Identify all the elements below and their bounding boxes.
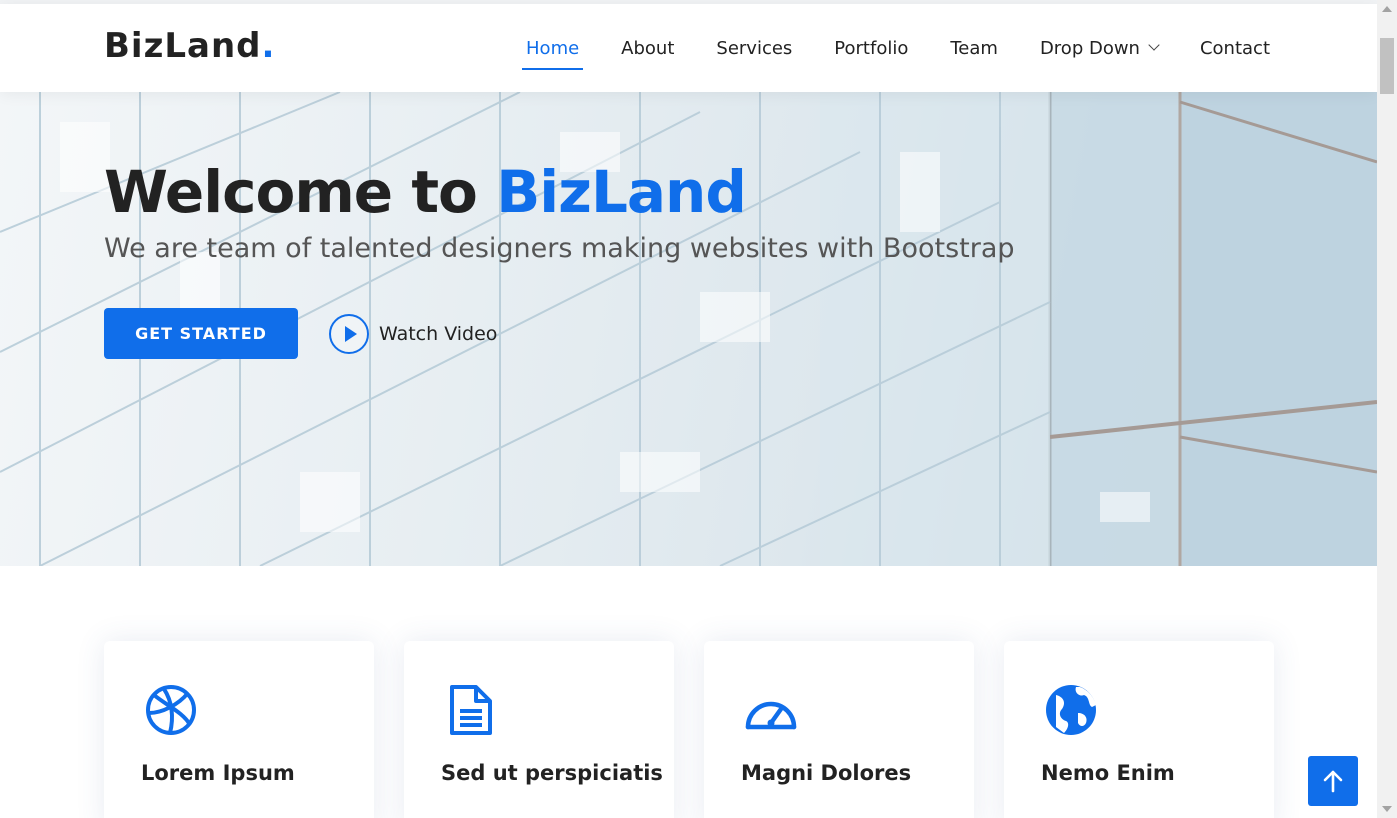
nav-home[interactable]: Home: [522, 4, 584, 92]
service-card[interactable]: Sed ut perspiciatis: [404, 641, 674, 818]
watch-video-link[interactable]: Watch Video: [329, 313, 497, 354]
service-card[interactable]: Lorem Ipsum: [104, 641, 374, 818]
nav-dropdown[interactable]: Drop Down: [1039, 4, 1160, 92]
service-title: Magni Dolores: [741, 761, 912, 785]
watch-video-label: Watch Video: [379, 322, 498, 345]
chevron-down-icon: [1148, 39, 1160, 51]
back-to-top-button[interactable]: [1308, 756, 1358, 806]
logo[interactable]: BizLand.: [104, 26, 275, 66]
service-title: Nemo Enim: [1041, 761, 1175, 785]
scrollbar[interactable]: [1377, 0, 1397, 818]
speedometer-icon: [745, 701, 797, 730]
hero-title: Welcome to BizLand: [104, 158, 747, 226]
nav-dropdown-label: Drop Down: [1039, 37, 1140, 59]
logo-text: BizLand: [104, 26, 262, 66]
service-title: Lorem Ipsum: [141, 761, 295, 785]
page: BizLand. Home About Services Portfolio T…: [0, 0, 1397, 818]
nav-services[interactable]: Services: [716, 4, 792, 92]
document-icon: [450, 685, 492, 735]
hero-subtitle: We are team of talented designers making…: [104, 233, 1015, 264]
play-icon: [329, 313, 369, 354]
nav-team[interactable]: Team: [950, 4, 998, 92]
site-header: BizLand. Home About Services Portfolio T…: [0, 4, 1377, 92]
hero-title-prefix: Welcome to: [104, 158, 478, 226]
nav-portfolio[interactable]: Portfolio: [834, 4, 908, 92]
dribbble-icon: [146, 685, 196, 735]
scroll-up-arrow-icon[interactable]: [1382, 6, 1392, 12]
get-started-button[interactable]: GET STARTED: [104, 308, 298, 359]
scroll-thumb[interactable]: [1380, 38, 1394, 94]
service-card[interactable]: Nemo Enim: [1004, 641, 1274, 818]
service-title: Sed ut perspiciatis: [441, 761, 663, 785]
arrow-up-icon: [1323, 770, 1343, 793]
globe-icon: [1046, 685, 1096, 735]
logo-dot: .: [261, 26, 276, 66]
nav-contact[interactable]: Contact: [1200, 4, 1270, 92]
service-card[interactable]: Magni Dolores: [704, 641, 974, 818]
scroll-down-arrow-icon[interactable]: [1382, 806, 1392, 812]
nav-about[interactable]: About: [621, 4, 674, 92]
hero-section: Welcome to BizLand We are team of talent…: [0, 92, 1377, 566]
main-nav: Home About Services Portfolio Team Drop …: [484, 4, 1270, 92]
hero-title-brand: BizLand: [496, 158, 747, 226]
